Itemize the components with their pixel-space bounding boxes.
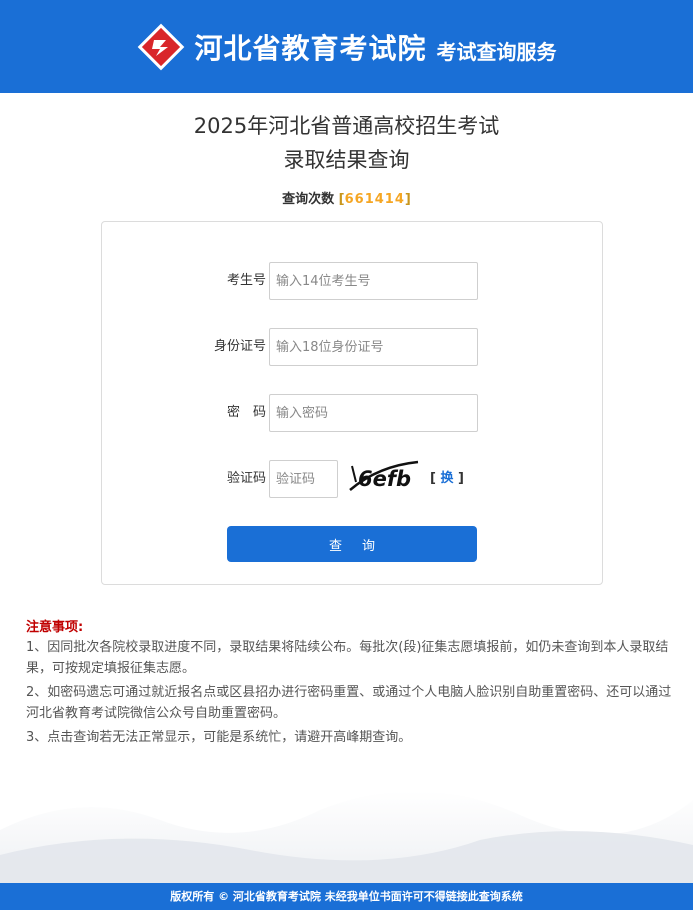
notice-item-2: 2、如密码遗忘可通过就近报名点或区县招办进行密码重置、或通过个人电脑人脸识别自助… [26,685,672,721]
notice-item-1: 1、因同批次各院校录取进度不同，录取结果将陆续公布。每批次(段)征集志愿填报前，… [26,640,669,676]
page-subtitle: 录取结果查询 [283,148,410,172]
query-count-label: 查询次数 [282,192,335,207]
captcha-label: 验证码 [226,471,266,486]
notice-title: 注意事项: [26,620,84,635]
exam-id-row: 考生号 [102,262,602,300]
password-row: 密 码 [102,394,602,432]
page-title: 2025年河北省普通高校招生考试 [193,114,500,138]
password-input[interactable] [269,394,478,432]
query-form: 考生号 身份证号 密 码 验证码 6efb [ 换 ] 查询 [101,221,603,585]
notice-section: 注意事项: 1、因同批次各院校录取进度不同，录取结果将陆续公布。每批次(段)征集… [26,616,676,751]
password-label: 密 码 [226,405,266,420]
submit-button[interactable]: 查询 [227,526,477,562]
org-name: 河北省教育考试院 [194,31,427,65]
page-header: 河北省教育考试院 考试查询服务 [0,0,693,93]
query-count: 查询次数 [661414] [282,192,411,207]
id-card-label: 身份证号 [213,339,266,354]
exam-id-label: 考生号 [226,273,266,288]
mountain-background [0,791,693,883]
captcha-row: 验证码 6efb [ 换 ] [102,460,602,498]
captcha-refresh-button[interactable]: [ 换 ] [430,460,464,498]
page-footer: 版权所有 © 河北省教育考试院 未经我单位书面许可不得链接此查询系统 [0,883,693,910]
query-count-value: 661414 [344,192,405,207]
service-name: 考试查询服务 [436,40,557,64]
id-card-input[interactable] [269,328,478,366]
exam-id-input[interactable] [269,262,478,300]
captcha-image[interactable]: 6efb [348,460,420,496]
exam-authority-logo-icon [138,23,185,70]
captcha-input[interactable] [269,460,338,498]
id-card-row: 身份证号 [102,328,602,366]
